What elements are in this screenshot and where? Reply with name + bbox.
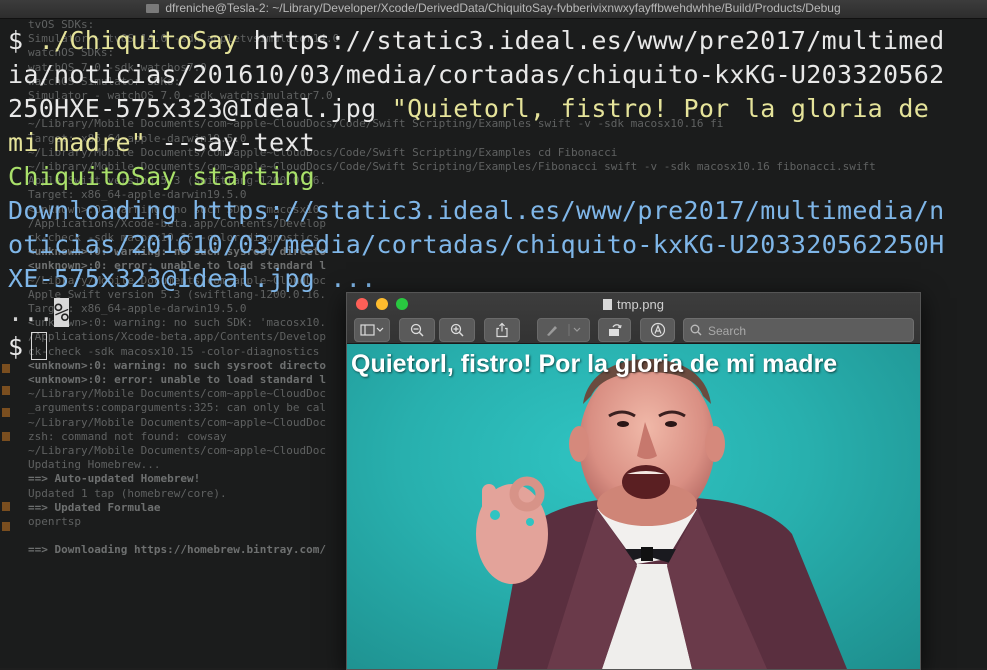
scrollback-line: ~/Library/Mobile Documents/com~apple~Clo… bbox=[28, 415, 327, 429]
search-icon bbox=[690, 324, 702, 336]
zoom-out-icon bbox=[410, 323, 424, 337]
scrollback-line: Updated 1 tap (homebrew/core). bbox=[28, 486, 227, 500]
search-input[interactable] bbox=[706, 321, 910, 340]
terminal-line: ...% bbox=[8, 298, 70, 327]
partial-line-mark: % bbox=[54, 298, 70, 327]
search-field[interactable] bbox=[683, 318, 914, 342]
sidebar-icon bbox=[360, 324, 384, 336]
scrollback-line: /Applications/Xcode-beta.app/Contents/De… bbox=[28, 330, 327, 344]
terminal-line: XE-575x323@Ideal.jpg ... bbox=[8, 264, 377, 293]
scrollback-line: ==> Auto-updated Homebrew! bbox=[28, 472, 201, 486]
scrollback-line: openrtsp bbox=[28, 515, 81, 528]
folder-icon bbox=[146, 4, 160, 14]
scrollback-line: ==> Updated Formulae bbox=[28, 500, 161, 514]
terminal-line: ia/noticias/201610/03/media/cortadas/chi… bbox=[8, 60, 945, 89]
preview-title: tmp.png bbox=[347, 297, 920, 312]
scrollback-line: Updating Homebrew... bbox=[28, 458, 161, 472]
scrollback-line: zsh: command not found: cowsay bbox=[28, 429, 227, 443]
sidebar-toggle-button[interactable] bbox=[354, 318, 390, 342]
annotate-button[interactable] bbox=[640, 318, 675, 342]
terminal-title-text: dfreniche@Tesla-2: ~/Library/Developer/X… bbox=[165, 1, 841, 15]
zoom-in-button[interactable] bbox=[439, 318, 475, 342]
terminal-line: Downloading https://static3.ideal.es/www… bbox=[8, 196, 945, 225]
share-button[interactable] bbox=[484, 318, 520, 342]
preview-titlebar[interactable]: tmp.png bbox=[347, 293, 920, 344]
terminal-line: oticias/201610/03/media/cortadas/chiquit… bbox=[8, 230, 945, 259]
markup-button[interactable] bbox=[537, 318, 590, 342]
scrollback-line: <unknown>:0: warning: no such SDK: 'maco… bbox=[28, 316, 327, 330]
scrollback-line: _arguments:comparguments:325: can only b… bbox=[28, 401, 327, 415]
scrollback-line: <unknown>:0: warning: no such sysroot di… bbox=[28, 358, 327, 372]
scrollback-line: ~/Library/Mobile Documents/com~apple~Clo… bbox=[28, 444, 327, 457]
gutter-marker bbox=[2, 522, 10, 531]
annotate-icon bbox=[650, 322, 665, 338]
gutter-marker bbox=[2, 386, 10, 395]
terminal-cursor bbox=[31, 332, 48, 360]
terminal-line: $ ./ChiquitoSay https://static3.ideal.es… bbox=[8, 26, 945, 55]
preview-title-text: tmp.png bbox=[617, 297, 664, 312]
scrollback-line: ck-check -sdk macosx10.15 -color-diagnos… bbox=[28, 344, 320, 358]
gutter-marker bbox=[2, 408, 10, 417]
image-canvas[interactable]: Quietorl, fistro! Por la gloria de mi ma… bbox=[347, 344, 920, 669]
terminal-titlebar[interactable]: dfreniche@Tesla-2: ~/Library/Developer/X… bbox=[0, 0, 987, 19]
rotate-button[interactable] bbox=[598, 318, 631, 342]
rotate-icon bbox=[608, 324, 622, 336]
image-caption: Quietorl, fistro! Por la gloria de mi ma… bbox=[351, 350, 838, 378]
scrollback-line: ==> Downloading https://homebrew.bintray… bbox=[28, 543, 327, 557]
terminal-line: mi madre" --say-text bbox=[8, 128, 316, 157]
document-icon bbox=[603, 299, 612, 310]
scrollback-line: ~/Library/Mobile Documents/com~apple~Clo… bbox=[28, 387, 327, 401]
pen-icon bbox=[546, 324, 580, 336]
scrollback-line: <unknown>:0: error: unable to load stand… bbox=[28, 373, 327, 386]
terminal-title: dfreniche@Tesla-2: ~/Library/Developer/X… bbox=[0, 1, 987, 15]
terminal-line: ChiquitoSay starting bbox=[8, 162, 316, 191]
zoom-in-icon bbox=[450, 323, 464, 337]
terminal-line: 250HXE-575x323@Ideal.jpg "Quietorl, fist… bbox=[8, 94, 930, 123]
photo-illustration bbox=[476, 359, 847, 669]
share-icon bbox=[496, 322, 508, 338]
gutter-marker bbox=[2, 502, 10, 511]
terminal-prompt-line[interactable]: $ bbox=[8, 330, 48, 364]
preview-window[interactable]: tmp.png Search Quietorl, fistro! Por la … bbox=[346, 292, 921, 670]
gutter-marker bbox=[2, 364, 10, 373]
zoom-out-button[interactable] bbox=[399, 318, 435, 342]
gutter-marker bbox=[2, 432, 10, 441]
